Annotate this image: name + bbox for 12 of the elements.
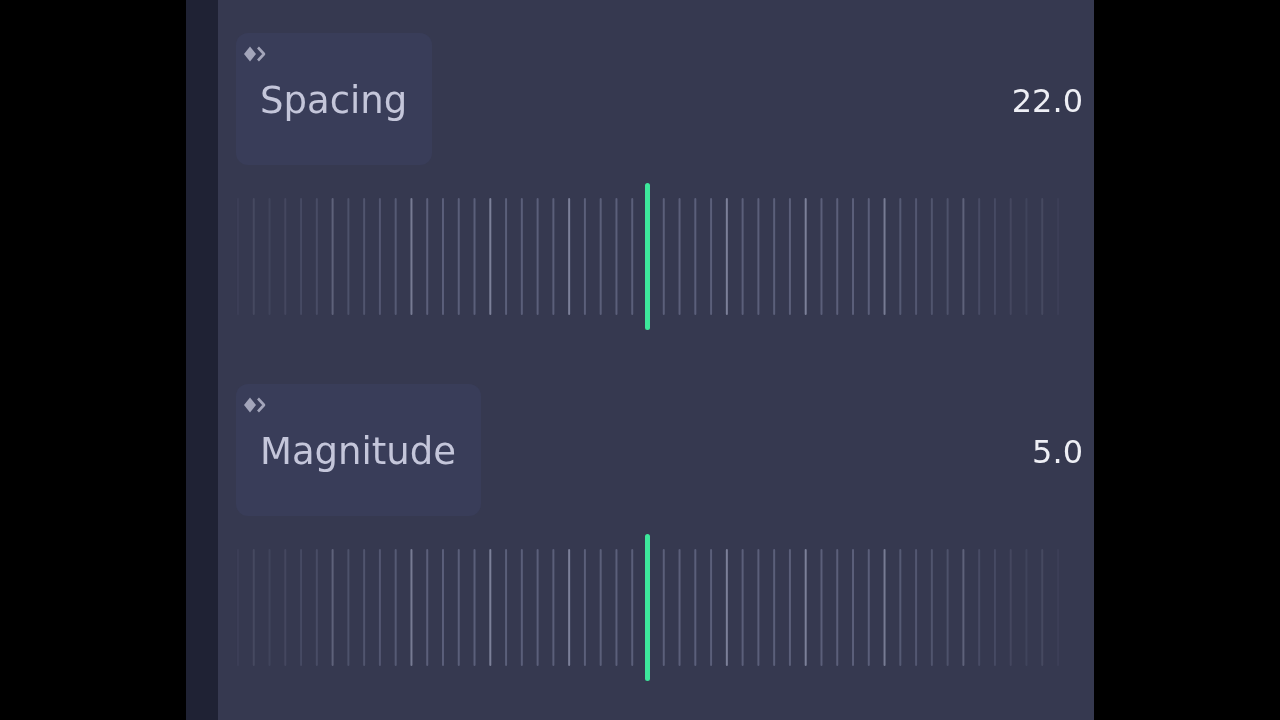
dial-track[interactable] xyxy=(234,549,1062,666)
diamond-chevron-icon[interactable] xyxy=(243,45,267,63)
parameter-label: Spacing xyxy=(260,81,408,121)
dial-indicator[interactable] xyxy=(645,534,650,681)
parameter-label: Magnitude xyxy=(260,432,457,472)
dial-indicator[interactable] xyxy=(645,183,650,330)
parameter-value: 22.0 xyxy=(1011,81,1083,121)
parameter-chip[interactable]: Magnitude xyxy=(236,384,482,516)
parameter-value: 5.0 xyxy=(1032,432,1083,472)
diamond-chevron-icon[interactable] xyxy=(243,396,267,414)
dial-track[interactable] xyxy=(234,198,1062,315)
parameter-chip[interactable]: Spacing xyxy=(236,33,433,165)
